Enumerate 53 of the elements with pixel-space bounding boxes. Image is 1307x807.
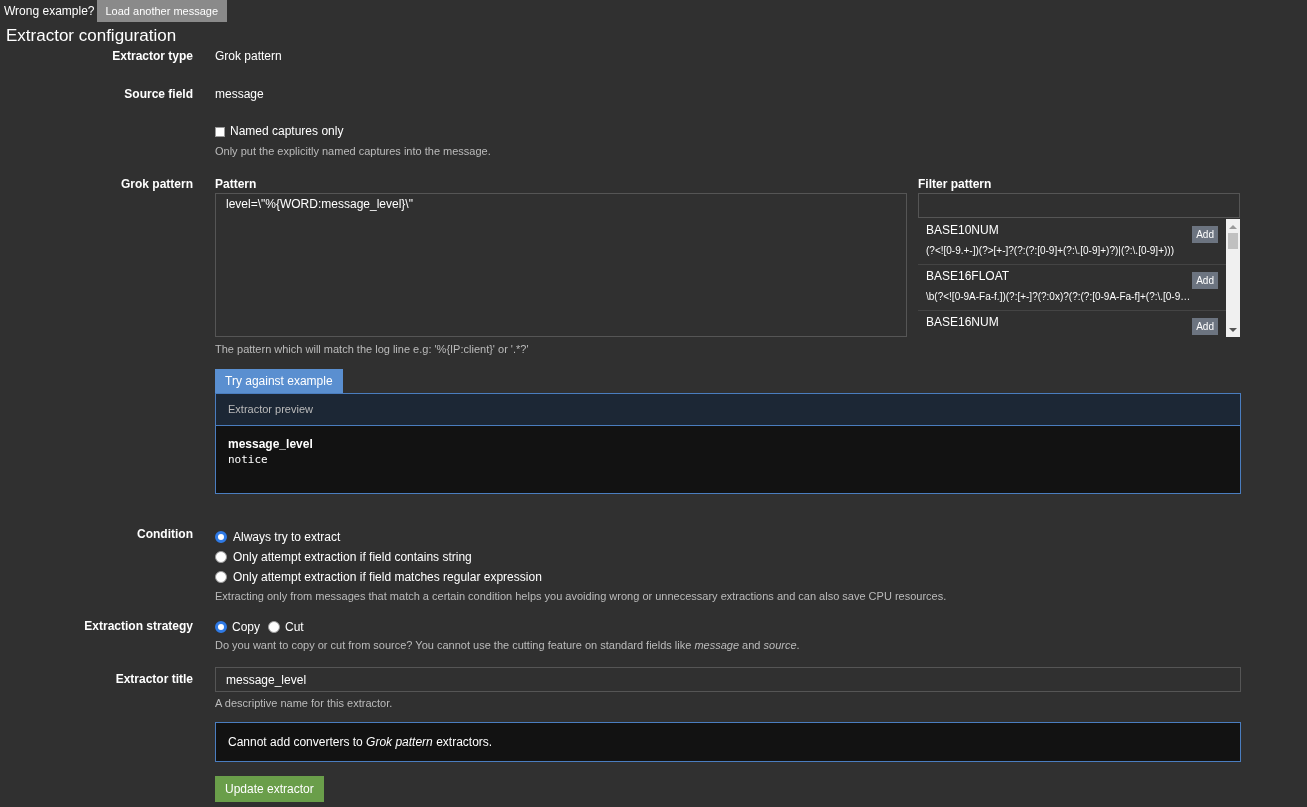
radio-button[interactable] [215, 551, 227, 563]
radio-label: Only attempt extraction if field matches regular expression [233, 569, 542, 585]
converters-notice: Cannot add converters to Grok pattern extractors. [228, 735, 493, 749]
pattern-list-item[interactable]: BASE16FLOAT Add \b(?<![0-9A-Fa-f.])(?:[+-]?(?:0x)?(?:(?:[0-9A-Fa-f]+(?:\.[0-9… [918, 265, 1226, 311]
checkbox-label: Named captures only [230, 124, 344, 139]
radio-label: Only attempt extraction if field contains string [233, 549, 472, 565]
pattern-list-item[interactable]: BASE10NUM Add (?<![0-9.+-])(?>[+-]?(?:(?:[0-9]+(?:\.[0-9]+)?)|(?:\.[0-9]+))) [918, 219, 1226, 265]
field-label: Extraction strategy [83, 619, 193, 635]
preview-header: Extractor preview [216, 394, 1240, 426]
pattern-field[interactable]: level=\"%{WORD:message_level}\" [215, 193, 907, 337]
field-label: Extractor title [114, 672, 193, 687]
add-button[interactable]: Add [1192, 226, 1218, 243]
scroll-down-icon[interactable] [1229, 326, 1237, 334]
radio-label: Cut [285, 619, 304, 635]
pattern-name: BASE16NUM [926, 315, 999, 330]
preview-field-name: message_level [228, 437, 314, 452]
field-label: Filter pattern [918, 177, 993, 192]
radio-button[interactable] [215, 621, 227, 633]
help-text: Do you want to copy or cut from source? You cannot use the cutting feature on standard fields like message and source. [215, 638, 801, 653]
checkbox[interactable] [215, 126, 225, 137]
help-text: A descriptive name for this extractor. [215, 696, 394, 711]
field-label: Grok pattern [120, 177, 193, 193]
title-field[interactable]: message_level [215, 667, 1241, 692]
help-text: Extracting only from messages that match a certain condition helps you avoiding wrong or unnecessary extractions and can also save CPU resources. [215, 589, 948, 604]
field-label: Condition [136, 527, 193, 543]
add-button[interactable]: Add [1192, 272, 1218, 289]
pattern-list-item[interactable]: BASE16NUM Add [918, 311, 1226, 337]
radio-label: Copy [232, 619, 260, 635]
preview-field-value: notice [228, 452, 269, 467]
help-text: The pattern which will match the log line e.g: '%{IP:client}' or '.*?' [215, 342, 530, 357]
pattern-regex: \b(?<![0-9A-Fa-f.])(?:[+-]?(?:0x)?(?:(?:[0-9A-Fa-f]+(?:\.[0-9… [926, 290, 1192, 304]
radio-button[interactable] [215, 531, 227, 543]
field-label: Source field [123, 87, 193, 102]
field-label: Pattern [215, 177, 258, 192]
extractor-type-value: Grok pattern [215, 49, 283, 64]
pattern-name: BASE16FLOAT [926, 269, 1010, 284]
radio-label: Always try to extract [233, 529, 341, 545]
add-button[interactable]: Add [1192, 318, 1218, 335]
pattern-regex: (?<![0-9.+-])(?>[+-]?(?:(?:[0-9]+(?:\.[0-9]+)?)|(?:\.[0-9]+))) [926, 244, 1175, 258]
load-message-button[interactable]: Load another message [96, 0, 228, 22]
wrong-example-text: Wrong example? [3, 3, 96, 19]
field-label: Extractor type [111, 49, 193, 64]
pattern-name: BASE10NUM [926, 223, 999, 238]
source-field-value: message [215, 87, 265, 102]
radio-button[interactable] [215, 571, 227, 583]
filter-field[interactable] [918, 193, 1240, 218]
radio-button[interactable] [268, 621, 280, 633]
scrollbar-thumb[interactable] [1228, 233, 1238, 249]
section-heading: Extractor configuration [5, 25, 178, 43]
preview-tab[interactable]: Try against example [215, 369, 343, 393]
update-extractor-button[interactable]: Update extractor [215, 776, 324, 802]
scrollbar[interactable] [1226, 219, 1240, 337]
help-text: Only put the explicitly named captures into the message. [215, 144, 492, 159]
